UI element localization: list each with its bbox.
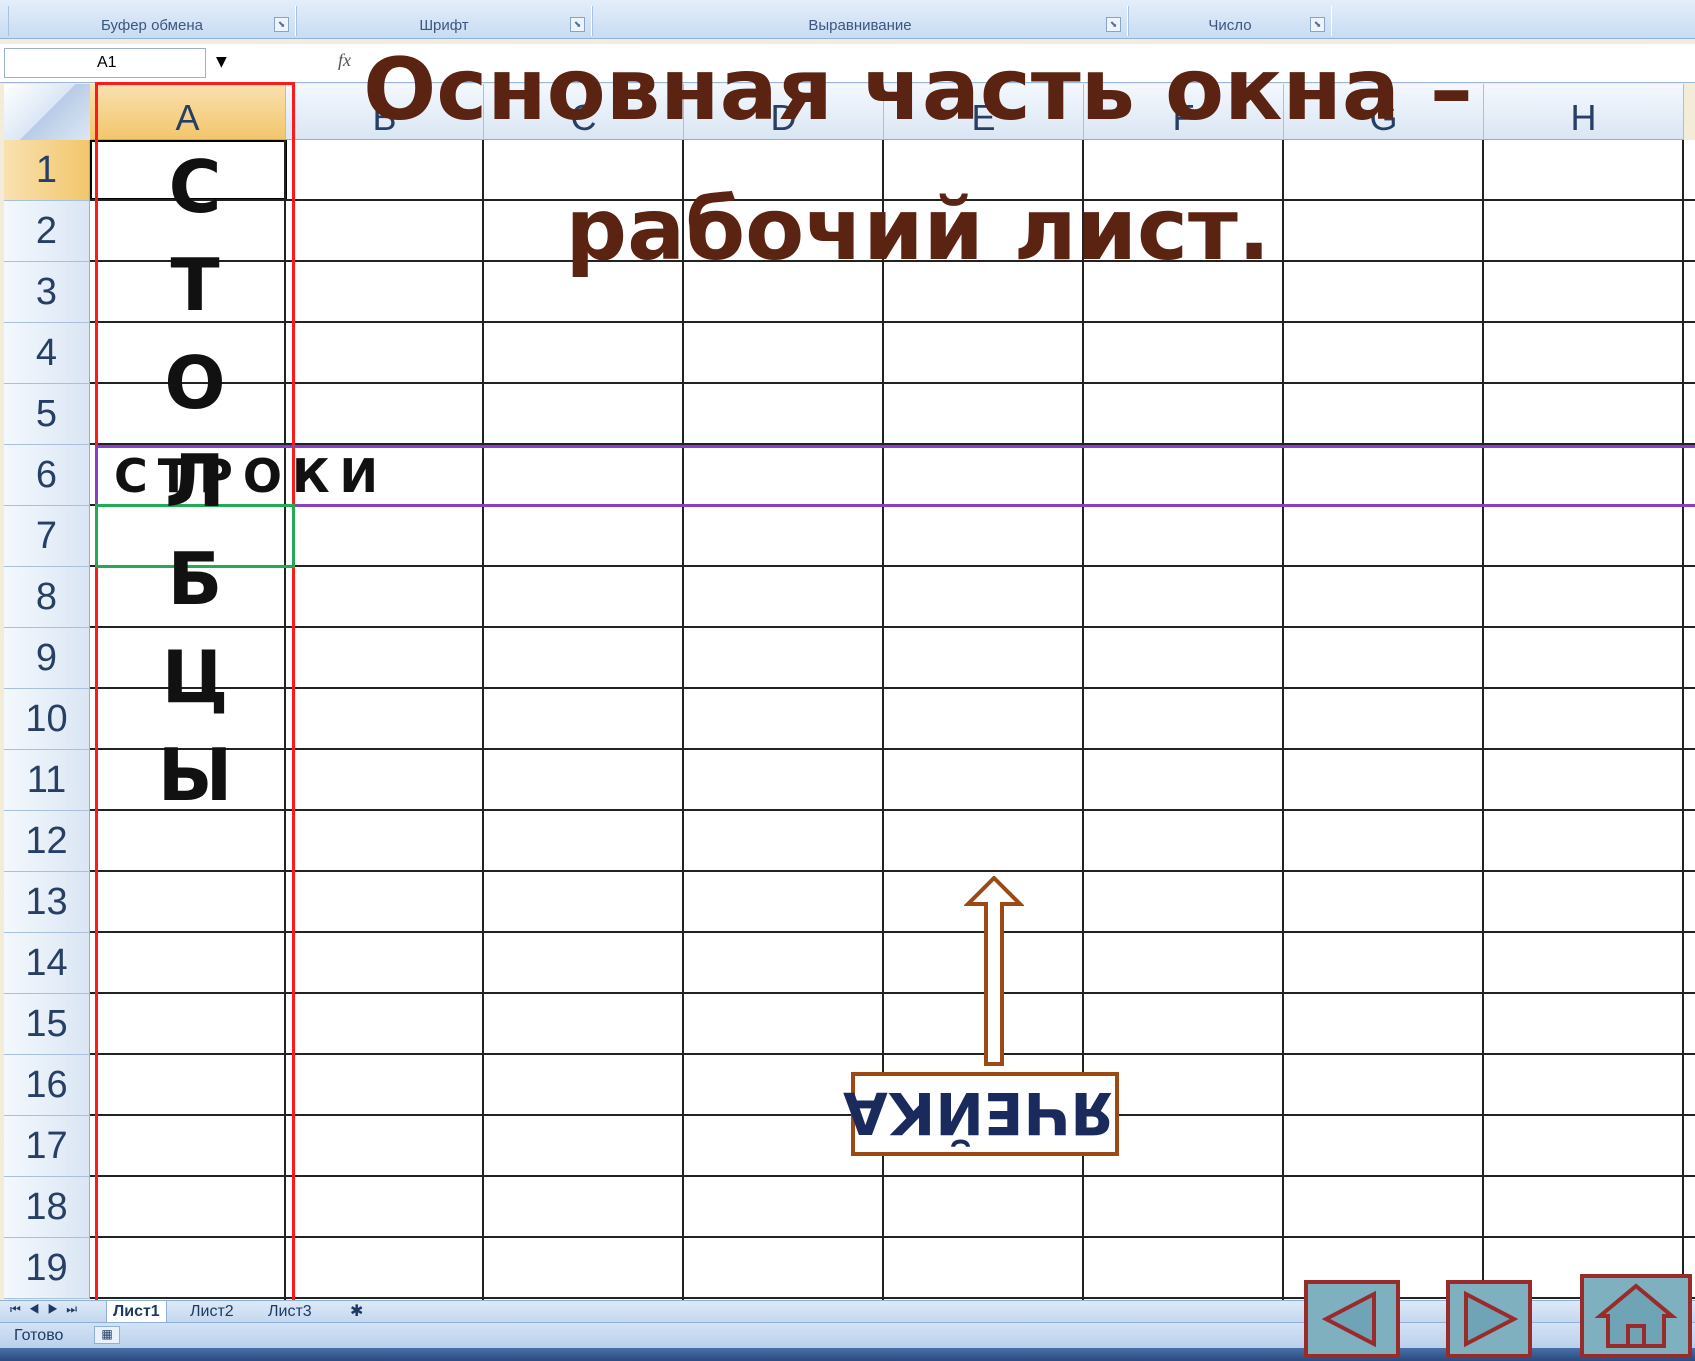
up-arrow-icon — [964, 876, 1024, 1066]
row-header-16[interactable]: 16 — [4, 1055, 90, 1116]
grid-line-horizontal — [90, 870, 1695, 872]
row-header-11[interactable]: 11 — [4, 750, 90, 811]
sheet-tabs-bar: ⏮◀▶⏭ Лист1 Лист2 Лист3 ✱ — [0, 1300, 1695, 1324]
back-arrow-icon — [1321, 1290, 1376, 1348]
status-bar: Готово ▦ — [0, 1322, 1695, 1349]
home-button[interactable] — [1580, 1274, 1692, 1358]
home-icon — [1594, 1283, 1678, 1348]
grid-line-horizontal — [90, 748, 1695, 750]
row-header-6[interactable]: 6 — [4, 445, 90, 506]
grid-line-horizontal — [90, 931, 1695, 933]
grid-line-vertical — [482, 140, 484, 1300]
grid-line-horizontal — [90, 1175, 1695, 1177]
tab-sheet3[interactable]: Лист3 — [262, 1301, 318, 1323]
cell-label: ЯЧЕЙКА — [843, 1079, 1115, 1147]
forward-arrow-icon — [1464, 1290, 1519, 1348]
row-header-18[interactable]: 18 — [4, 1177, 90, 1238]
grid-line-horizontal — [90, 992, 1695, 994]
grid-line-vertical — [1682, 140, 1684, 1300]
grid-line-horizontal — [90, 382, 1695, 384]
row-header-15[interactable]: 15 — [4, 994, 90, 1055]
row-header-1[interactable]: 1 — [4, 140, 90, 201]
sheet-nav-arrows-icon[interactable]: ⏮◀▶⏭ — [10, 1302, 85, 1317]
row-header-19[interactable]: 19 — [4, 1238, 90, 1299]
slide-title: Основная часть окна – рабочий лист. — [363, 40, 1473, 280]
row-header-4[interactable]: 4 — [4, 323, 90, 384]
row-header-2[interactable]: 2 — [4, 201, 90, 262]
columns-label-letter: Ы — [157, 733, 233, 817]
row-header-17[interactable]: 17 — [4, 1116, 90, 1177]
select-all-corner[interactable] — [4, 84, 91, 141]
status-text: Готово — [14, 1327, 64, 1344]
grid-line-horizontal — [90, 809, 1695, 811]
columns-label-letter: О — [164, 341, 226, 425]
grid-line-vertical — [1482, 140, 1484, 1300]
row-header-8[interactable]: 8 — [4, 567, 90, 628]
prev-slide-button[interactable] — [1304, 1280, 1400, 1358]
row-header-13[interactable]: 13 — [4, 872, 90, 933]
grid-line-horizontal — [90, 565, 1695, 567]
tab-sheet1[interactable]: Лист1 — [106, 1301, 167, 1324]
grid-line-horizontal — [90, 626, 1695, 628]
row-header-14[interactable]: 14 — [4, 933, 90, 994]
grid-line-vertical — [1282, 140, 1284, 1300]
rows-label: СТРОКИ — [114, 449, 389, 503]
grid-line-horizontal — [90, 687, 1695, 689]
row-header-10[interactable]: 10 — [4, 689, 90, 750]
tab-sheet2[interactable]: Лист2 — [184, 1301, 240, 1323]
next-slide-button[interactable] — [1446, 1280, 1532, 1358]
macro-record-icon[interactable]: ▦ — [94, 1326, 120, 1344]
row-header-9[interactable]: 9 — [4, 628, 90, 689]
row-header-5[interactable]: 5 — [4, 384, 90, 445]
name-box-value: A1 — [97, 54, 117, 71]
columns-label-letter: Ц — [161, 635, 229, 719]
columns-label-letter: Б — [167, 537, 223, 621]
taskbar — [0, 1348, 1695, 1361]
name-box[interactable]: A1 — [4, 48, 206, 78]
row-header-3[interactable]: 3 — [4, 262, 90, 323]
grid-line-horizontal — [90, 321, 1695, 323]
row-header-12[interactable]: 12 — [4, 811, 90, 872]
grid-line-horizontal — [90, 1236, 1695, 1238]
grid-line-vertical — [682, 140, 684, 1300]
grid-line-horizontal — [90, 1053, 1695, 1055]
insert-sheet-icon[interactable]: ✱ — [344, 1301, 369, 1323]
row-header-7[interactable]: 7 — [4, 506, 90, 567]
cell-callout: ЯЧЕЙКА — [843, 1072, 1119, 1156]
